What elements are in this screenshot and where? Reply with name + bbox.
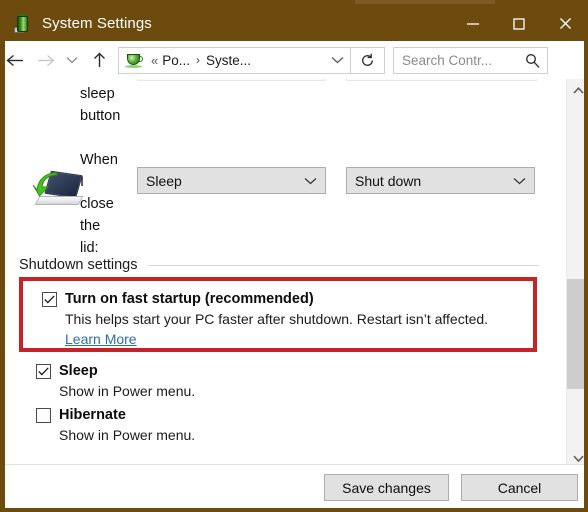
background-window-sliver — [355, 0, 495, 4]
option-fast-startup: Turn on fast startup (recommended) This … — [42, 290, 522, 349]
refresh-button[interactable] — [351, 46, 385, 74]
chevron-down-icon — [304, 177, 317, 185]
control-panel-icon — [125, 51, 143, 69]
fast-startup-label: Turn on fast startup (recommended) — [65, 291, 314, 307]
option-sleep: Sleep Show in Power menu. — [36, 362, 516, 401]
dialog-footer: Save changes Cancel — [5, 464, 584, 508]
plugged-in-lid-action-dropdown[interactable]: Shut down — [346, 167, 535, 194]
up-button[interactable] — [84, 41, 114, 79]
fast-startup-description: This helps start your PC faster after sh… — [65, 309, 522, 349]
sleep-label: Sleep — [59, 363, 98, 379]
laptop-lid-icon — [33, 167, 84, 207]
hibernate-checkbox[interactable] — [36, 408, 51, 423]
battery-power-icon — [14, 13, 32, 33]
close-button[interactable] — [542, 6, 584, 41]
window-controls — [450, 6, 584, 41]
back-button[interactable] — [5, 41, 30, 79]
title-bar: System Settings — [5, 6, 584, 41]
hibernate-label: Hibernate — [59, 407, 126, 423]
sleep-row[interactable]: Sleep — [36, 362, 516, 381]
system-settings-window: System Settings « Po... › Syste... Searc… — [0, 0, 588, 512]
breadcrumb-overflow-icon[interactable]: « — [151, 53, 158, 68]
clipped-dropdown-left[interactable] — [137, 79, 326, 81]
row-label-column: sleep button When I close the lid: — [80, 83, 135, 259]
label-the: the — [80, 218, 101, 234]
label-close: close — [80, 196, 114, 212]
clipped-dropdown-right[interactable] — [346, 79, 537, 81]
recent-locations-chevron-down-icon[interactable] — [60, 41, 84, 79]
hibernate-row[interactable]: Hibernate — [36, 406, 516, 425]
vertical-scrollbar[interactable] — [566, 79, 584, 469]
section-divider — [147, 264, 539, 266]
address-toolbar: « Po... › Syste... Search Contr... — [5, 41, 584, 79]
address-bar[interactable]: « Po... › Syste... — [118, 46, 351, 74]
save-changes-button[interactable]: Save changes — [324, 474, 449, 501]
fast-startup-description-text: This helps start your PC faster after sh… — [65, 311, 489, 327]
on-battery-lid-action-value: Sleep — [146, 172, 182, 189]
hibernate-description: Show in Power menu. — [59, 427, 196, 443]
shutdown-settings-section-header: Shutdown settings — [19, 257, 539, 273]
fast-startup-checkbox[interactable] — [42, 292, 57, 307]
label-button: button — [80, 108, 121, 124]
fast-startup-row[interactable]: Turn on fast startup (recommended) — [42, 290, 522, 309]
learn-more-link[interactable]: Learn More — [65, 331, 137, 347]
sleep-checkbox[interactable] — [36, 364, 51, 379]
label-i: I — [80, 174, 85, 190]
clipped-dropdown-row — [137, 79, 537, 81]
lid-action-dropdowns: Sleep Shut down — [137, 167, 535, 194]
breadcrumb-separator-icon: › — [196, 53, 200, 67]
option-hibernate: Hibernate Show in Power menu. — [36, 406, 516, 445]
search-input[interactable]: Search Contr... — [402, 53, 492, 68]
chevron-down-icon — [513, 177, 526, 185]
cancel-button[interactable]: Cancel — [461, 474, 578, 501]
breadcrumb-item-system-settings[interactable]: Syste... — [206, 53, 251, 68]
minimize-button[interactable] — [450, 6, 496, 41]
label-when: When — [80, 152, 118, 168]
search-box[interactable]: Search Contr... — [393, 46, 548, 74]
scrollbar-thumb[interactable] — [567, 279, 584, 389]
search-icon[interactable] — [525, 53, 540, 68]
plugged-in-lid-action-value: Shut down — [355, 172, 422, 189]
forward-button[interactable] — [30, 41, 60, 79]
address-chevron-down-icon[interactable] — [331, 51, 344, 69]
label-lid: lid: — [80, 240, 99, 256]
breadcrumb-item-power-options[interactable]: Po... — [162, 53, 190, 68]
maximize-button[interactable] — [496, 6, 542, 41]
on-battery-lid-action-dropdown[interactable]: Sleep — [137, 167, 326, 194]
settings-content: sleep button When I close the lid: Sleep — [5, 79, 584, 469]
window-title: System Settings — [42, 15, 152, 32]
label-sleep: sleep — [80, 86, 115, 102]
section-title: Shutdown settings — [19, 257, 138, 273]
scroll-up-button[interactable] — [567, 79, 584, 101]
sleep-description: Show in Power menu. — [59, 383, 196, 399]
